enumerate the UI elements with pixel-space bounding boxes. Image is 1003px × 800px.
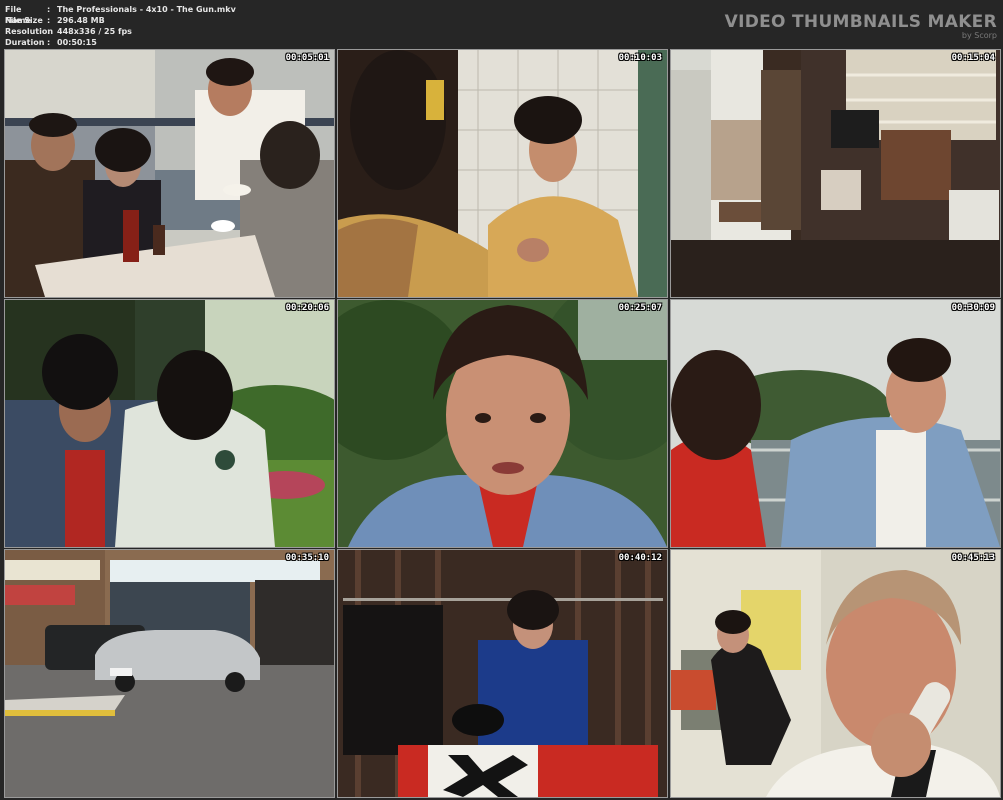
file-size-value: 296.48 MB: [57, 16, 105, 25]
thumbnail[interactable]: 00:10:03: [337, 49, 668, 298]
file-name-row: File Name : The Professionals - 4x10 - T…: [5, 4, 236, 25]
file-info: File Name : The Professionals - 4x10 - T…: [5, 4, 236, 48]
thumbnail[interactable]: 00:05:01: [4, 49, 335, 298]
thumbnail[interactable]: 00:30:09: [670, 299, 1001, 548]
thumbnail[interactable]: 00:45:13: [670, 549, 1001, 798]
header: File Name : The Professionals - 4x10 - T…: [0, 0, 1003, 48]
timestamp: 00:30:09: [951, 303, 995, 313]
timestamp: 00:45:13: [951, 553, 995, 563]
separator: :: [47, 27, 51, 36]
thumbnail[interactable]: 00:15:04: [670, 49, 1001, 298]
resolution-label: Resolution: [5, 27, 54, 36]
timestamp: 00:40:12: [618, 553, 662, 563]
thumbnail[interactable]: 00:35:10: [4, 549, 335, 798]
video-frame: [5, 550, 334, 797]
video-frame: [338, 300, 667, 547]
video-frame: [671, 300, 1000, 547]
brand-subtitle: by Scorp: [961, 31, 997, 40]
thumbnail[interactable]: 00:40:12: [337, 549, 668, 798]
timestamp: 00:15:04: [951, 53, 995, 63]
thumbnail-grid: 00:05:01 00:10:03 00:15:04 00:20:06 00:2…: [0, 46, 1003, 800]
resolution-value: 448x336 / 25 fps: [57, 27, 132, 36]
resolution-row: Resolution : 448x336 / 25 fps: [5, 26, 236, 37]
file-size-label: File Size: [5, 16, 43, 25]
separator: :: [47, 16, 51, 25]
timestamp: 00:05:01: [285, 53, 329, 63]
brand-title: VIDEO THUMBNAILS MAKER: [724, 12, 997, 32]
file-name-value: The Professionals - 4x10 - The Gun.mkv: [57, 5, 236, 14]
video-frame: [338, 550, 667, 797]
timestamp: 00:10:03: [618, 53, 662, 63]
video-frame: [671, 550, 1000, 797]
video-frame: [338, 50, 667, 297]
timestamp: 00:35:10: [285, 553, 329, 563]
file-name-label: File Name: [5, 5, 31, 25]
video-frame: [5, 50, 334, 297]
video-frame: [5, 300, 334, 547]
timestamp: 00:20:06: [285, 303, 329, 313]
brand-logo: VIDEO THUMBNAILS MAKER by Scorp: [725, 12, 997, 40]
file-size-row: File Size : 296.48 MB: [5, 15, 236, 26]
separator: :: [47, 5, 51, 14]
video-frame: [671, 50, 1000, 297]
timestamp: 00:25:07: [618, 303, 662, 313]
thumbnail[interactable]: 00:20:06: [4, 299, 335, 548]
thumbnail[interactable]: 00:25:07: [337, 299, 668, 548]
